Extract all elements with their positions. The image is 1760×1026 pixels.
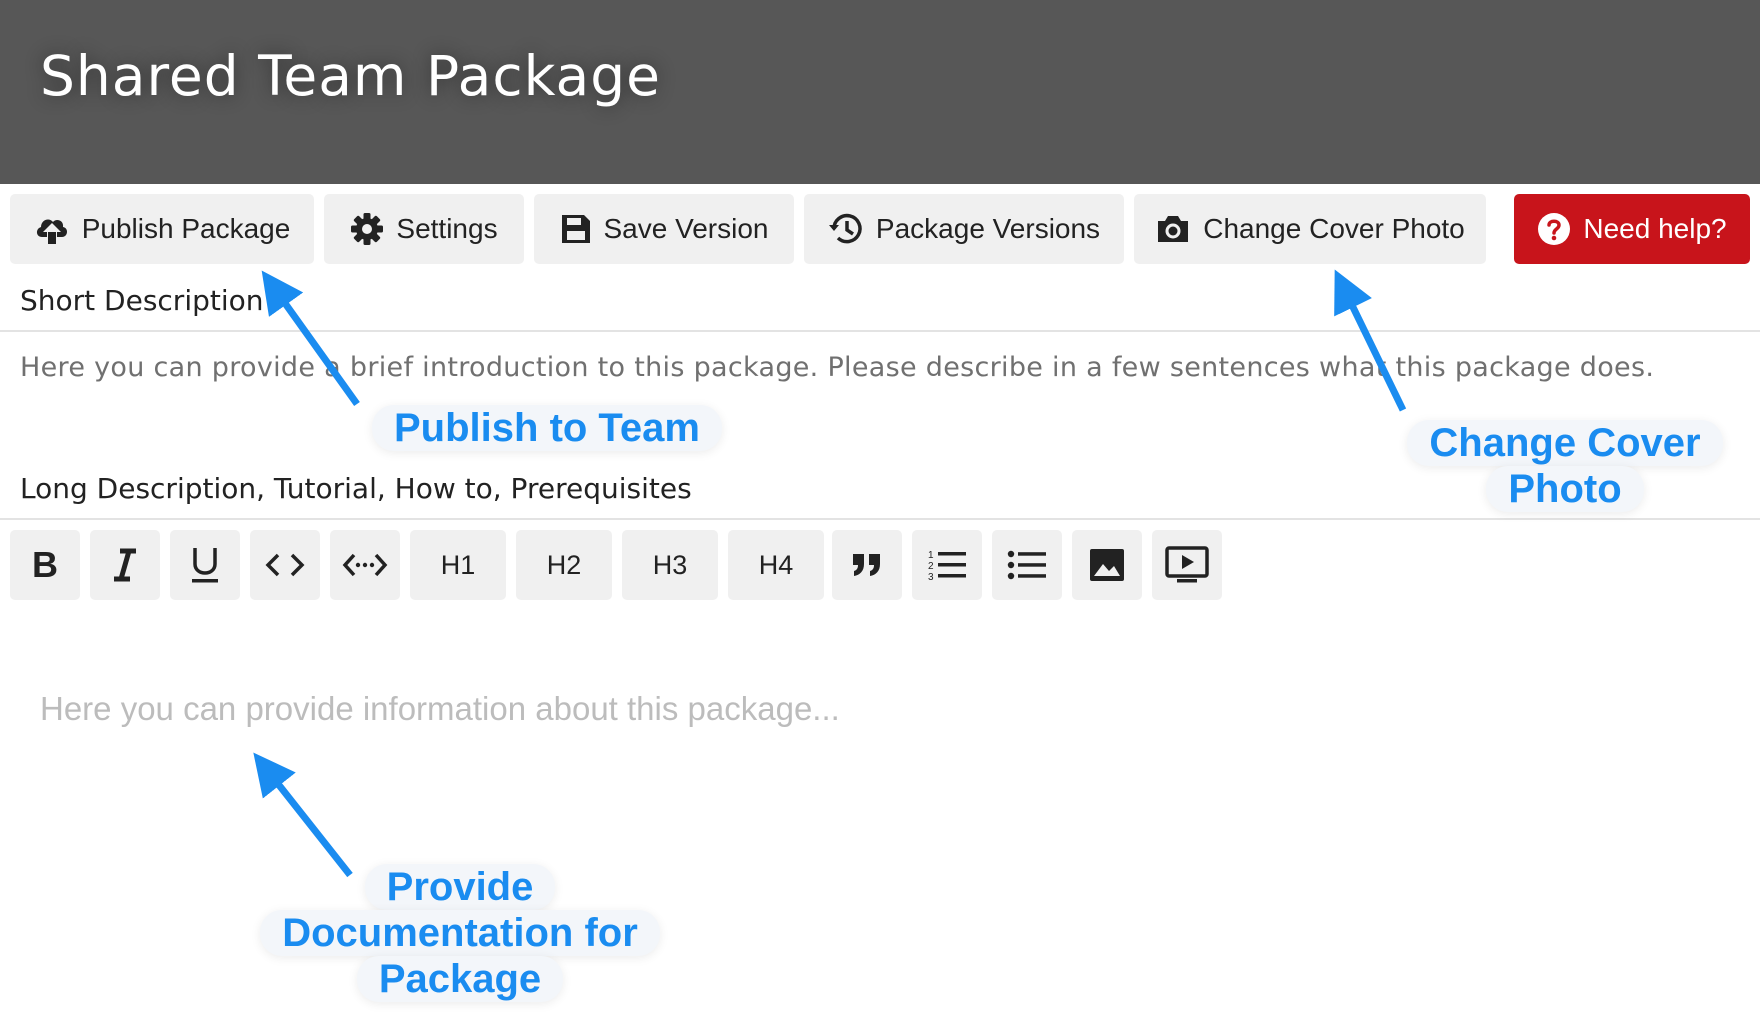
- ordered-list-icon: 1 2 3: [928, 550, 966, 582]
- need-help-label: Need help?: [1583, 213, 1727, 244]
- heading-1-label: H1: [440, 549, 476, 580]
- callout-cover: Change Cover Photo: [1400, 420, 1730, 512]
- heading-4-button[interactable]: H4: [728, 530, 824, 600]
- callout-line: Documentation for: [260, 910, 660, 956]
- publish-package-label: Publish Package: [81, 213, 291, 244]
- italic-icon: [114, 548, 136, 582]
- ordered-list-button[interactable]: 1 2 3: [912, 530, 982, 600]
- question-circle-icon: [1538, 213, 1571, 245]
- gear-icon: [351, 213, 384, 245]
- quote-icon: [853, 554, 880, 576]
- change-cover-photo-button[interactable]: Change Cover Photo: [1134, 194, 1486, 264]
- publish-package-button[interactable]: Publish Package: [10, 194, 314, 264]
- callout-line: Provide: [364, 864, 556, 910]
- callout-publish: Publish to Team: [372, 405, 722, 451]
- callout-line: Photo: [1486, 466, 1644, 512]
- bullet-list-icon: [1007, 550, 1046, 580]
- save-version-label: Save Version: [603, 213, 769, 244]
- callout-line: Change Cover: [1407, 420, 1723, 466]
- code-button[interactable]: [250, 530, 320, 600]
- insert-video-button[interactable]: [1152, 530, 1222, 600]
- short-description-field[interactable]: Here you can provide a brief introductio…: [20, 352, 1654, 383]
- underline-button[interactable]: [170, 530, 240, 600]
- callout-documentation: Provide Documentation for Package: [250, 864, 670, 1002]
- need-help-button[interactable]: Need help?: [1514, 194, 1750, 264]
- heading-3-label: H3: [652, 549, 688, 580]
- insert-image-button[interactable]: [1072, 530, 1142, 600]
- code-icon: [265, 553, 305, 577]
- arrow-to-editor: [253, 752, 353, 878]
- settings-label: Settings: [396, 213, 498, 244]
- change-cover-photo-label: Change Cover Photo: [1203, 213, 1465, 244]
- underline-icon: [192, 548, 218, 583]
- save-version-button[interactable]: Save Version: [534, 194, 794, 264]
- italic-button[interactable]: [90, 530, 160, 600]
- callout-line: Package: [356, 956, 564, 1002]
- package-versions-label: Package Versions: [875, 213, 1101, 244]
- heading-2-button[interactable]: H2: [516, 530, 612, 600]
- package-versions-button[interactable]: Package Versions: [804, 194, 1124, 264]
- heading-3-button[interactable]: H3: [622, 530, 718, 600]
- code-block-icon: [342, 553, 388, 577]
- bold-icon: B: [32, 544, 58, 585]
- page-title: Shared Team Package: [40, 44, 661, 108]
- callout-line: Publish to Team: [372, 405, 722, 451]
- cloud-upload-icon: [36, 219, 67, 244]
- divider: [0, 518, 1760, 520]
- blockquote-button[interactable]: [832, 530, 902, 600]
- short-description-label: Short Description: [20, 284, 264, 317]
- floppy-disk-icon: [561, 215, 590, 243]
- bullet-list-button[interactable]: [992, 530, 1062, 600]
- svg-text:2: 2: [928, 561, 934, 572]
- bold-button[interactable]: B: [10, 530, 80, 600]
- divider: [0, 330, 1760, 332]
- heading-2-label: H2: [546, 549, 582, 580]
- settings-button[interactable]: Settings: [324, 194, 524, 264]
- history-icon: [828, 213, 862, 244]
- svg-text:3: 3: [928, 572, 934, 582]
- camera-icon: [1158, 216, 1189, 242]
- code-block-button[interactable]: [330, 530, 400, 600]
- page-header: Shared Team Package: [0, 0, 1760, 184]
- long-description-editor[interactable]: Here you can provide information about t…: [40, 690, 840, 728]
- heading-1-button[interactable]: H1: [410, 530, 506, 600]
- image-icon: [1090, 549, 1124, 581]
- long-description-label: Long Description, Tutorial, How to, Prer…: [20, 472, 692, 505]
- svg-text:1: 1: [928, 550, 934, 561]
- heading-4-label: H4: [758, 549, 794, 580]
- video-icon: [1165, 546, 1209, 583]
